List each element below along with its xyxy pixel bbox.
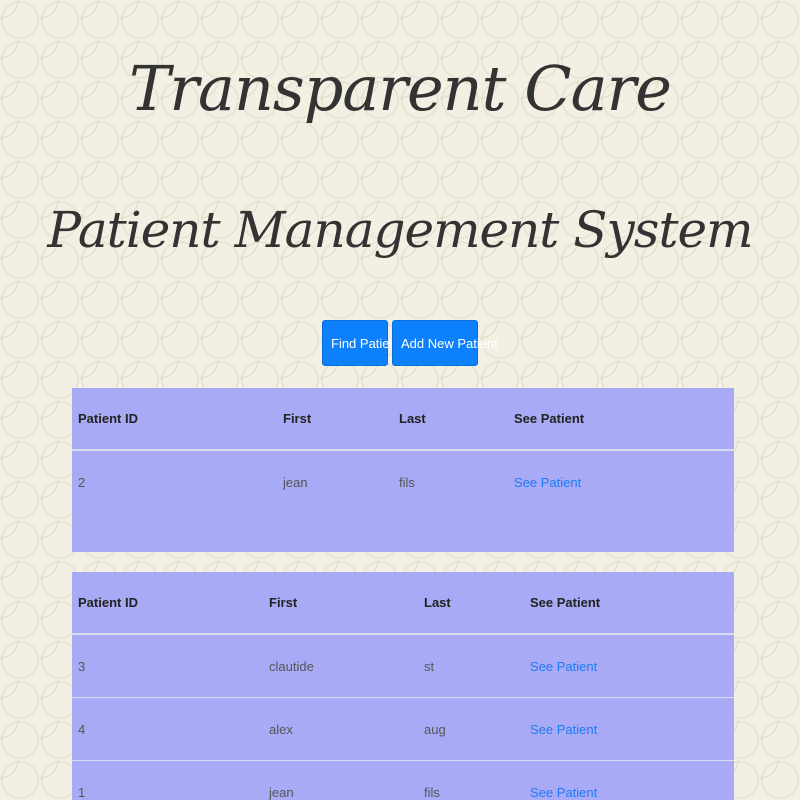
first-name-cell: jean [269,784,294,800]
table-row: 3 clautide st See Patient [72,634,734,698]
last-name-cell: fils [399,474,415,490]
app-title: Transparent Care [129,52,672,125]
add-new-patient-button[interactable]: Add New Patient [392,320,498,366]
column-header-last: Last [393,388,508,451]
last-name-cell: st [418,634,524,698]
last-name-cell: aug [418,697,524,761]
patient-id-cell: 1 [78,784,86,800]
column-header-see-patient: See Patient [524,572,734,635]
page-subtitle: Patient Management System [47,201,753,259]
see-patient-link[interactable]: See Patient [530,722,597,737]
action-buttons: Find Patient Add New Patient [0,320,800,366]
patient-table-panel-2: Patient ID First Last See Patient 3 clau… [72,572,734,800]
column-header-patient-id: Patient ID [72,388,277,451]
patient-table-1: Patient ID First Last See Patient 2 jean… [72,388,734,513]
first-name-cell: clautide [263,634,418,698]
patient-id-cell: 3 [72,634,263,698]
first-name-cell: alex [263,697,418,761]
column-header-first: First [277,388,393,451]
table-row: 1 jean fils See Patient [72,761,734,800]
table-row: 4 alex aug See Patient [72,697,734,761]
find-patient-button[interactable]: Find Patient [322,320,400,366]
last-name-cell: fils [424,784,440,800]
first-name-cell: jean [283,474,308,490]
column-header-first: First [263,572,418,635]
table-row: 2 jean fils See Patient [72,450,734,513]
see-patient-link[interactable]: See Patient [530,659,597,674]
column-header-last: Last [418,572,524,635]
see-patient-link[interactable]: See Patient [530,785,597,800]
column-header-patient-id: Patient ID [72,572,263,635]
see-patient-link[interactable]: See Patient [514,475,581,490]
column-header-see-patient: See Patient [508,388,734,451]
table-header-row: Patient ID First Last See Patient [72,572,734,635]
patient-table-2: Patient ID First Last See Patient 3 clau… [72,572,734,800]
patient-id-cell: 2 [78,474,86,490]
patient-table-panel-1: Patient ID First Last See Patient 2 jean… [72,388,734,552]
table-header-row: Patient ID First Last See Patient [72,388,734,451]
patient-id-cell: 4 [72,697,263,761]
